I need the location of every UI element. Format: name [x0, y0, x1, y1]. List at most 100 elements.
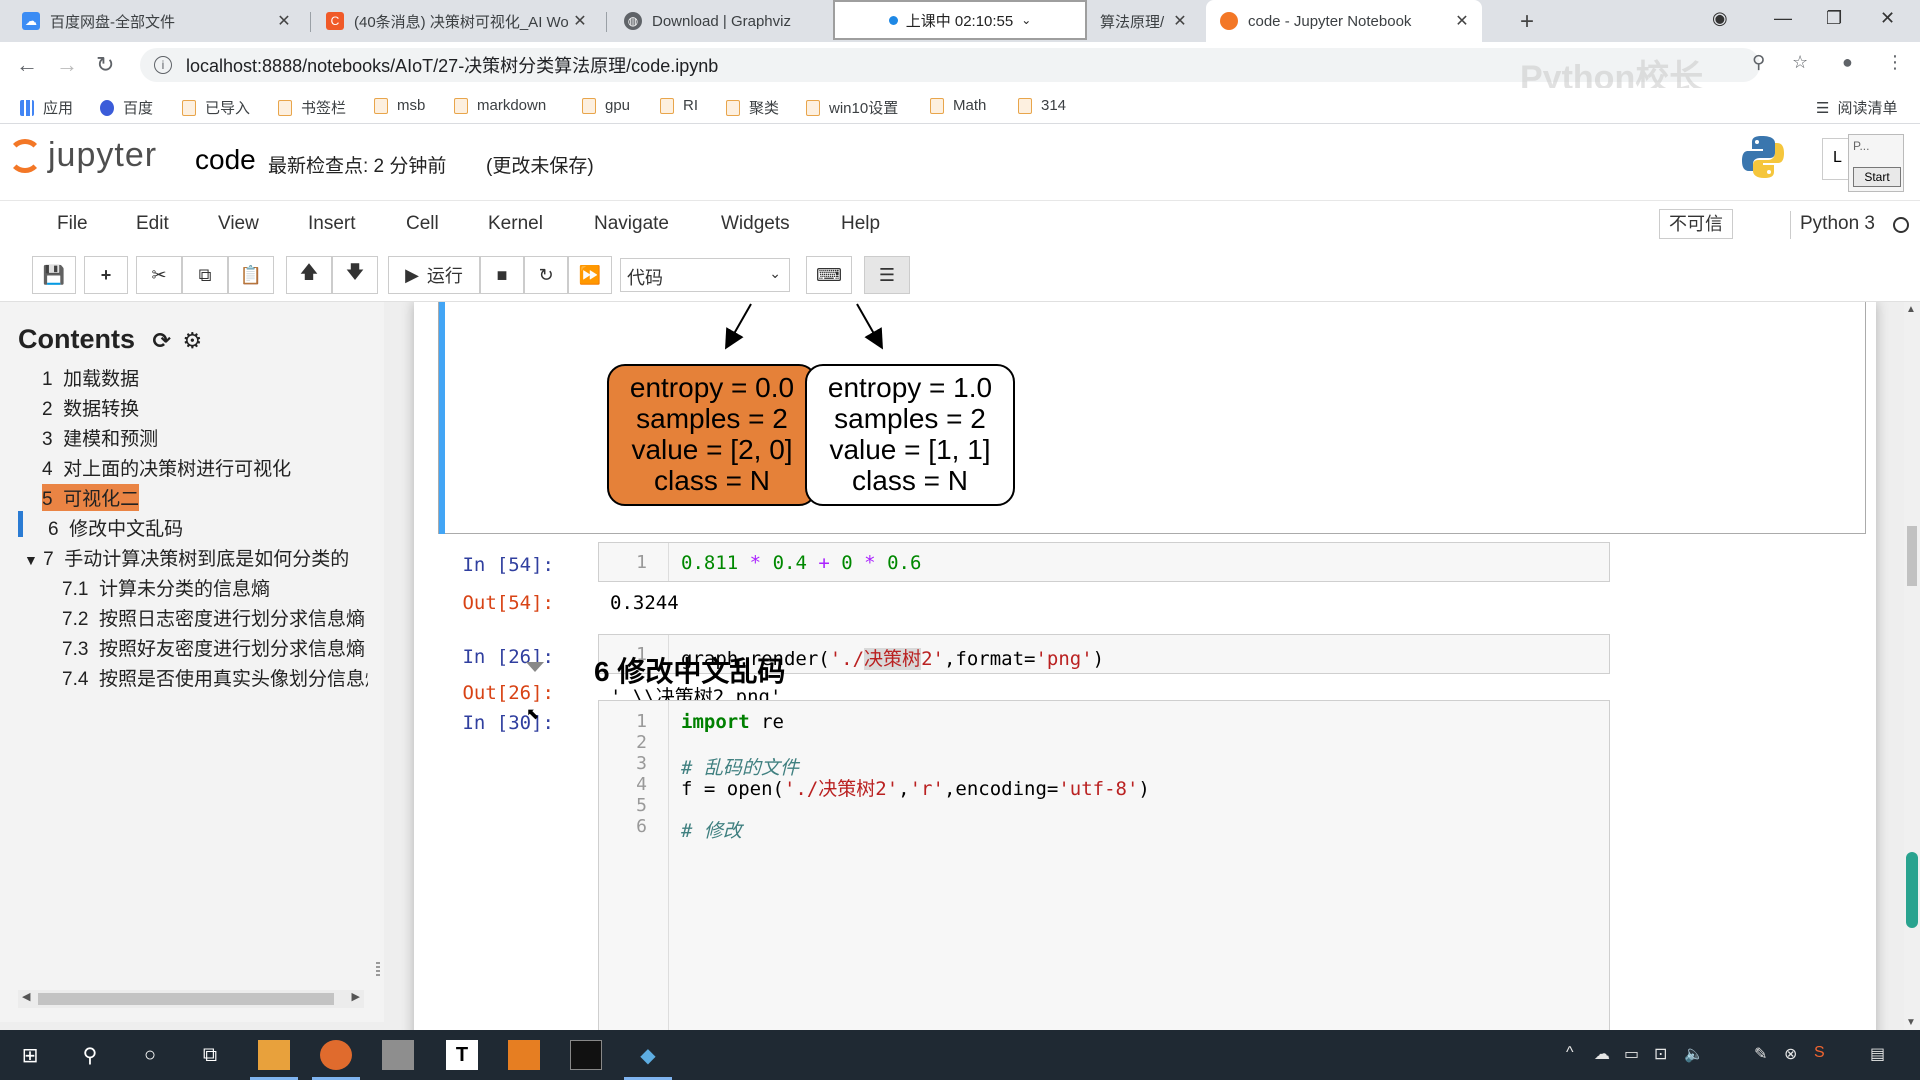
restart-button[interactable]: ↻ [524, 256, 568, 294]
menu-help[interactable]: Help [841, 213, 880, 235]
onedrive-icon[interactable]: ☁ [1594, 1044, 1610, 1064]
toc-toggle-button[interactable]: ☰ [864, 256, 910, 294]
bookmark-folder-ri[interactable]: RI [660, 97, 698, 114]
code-cell-54[interactable]: 1 0.811 * 0.4 + 0 * 0.6 [598, 542, 1610, 582]
new-tab-plus-icon[interactable]: + [1520, 8, 1534, 36]
notification-icon[interactable]: ▤ [1870, 1044, 1885, 1064]
start-button[interactable]: Start [1853, 167, 1901, 187]
side-widget-handle[interactable] [1906, 852, 1918, 928]
toc-item-4[interactable]: 4 对上面的决策树进行可视化 [42, 454, 291, 481]
menu-cell[interactable]: Cell [406, 213, 439, 235]
jupyter-logo[interactable]: jupyter [8, 136, 157, 175]
bookmark-folder-imported[interactable]: 已导入 [182, 97, 250, 118]
zoom-icon[interactable]: ⚲ [1752, 52, 1765, 73]
save-button[interactable]: 💾 [32, 256, 76, 294]
scroll-thumb[interactable] [38, 993, 334, 1005]
trust-indicator[interactable]: 不可信 [1659, 209, 1733, 239]
recorder-icon[interactable]: ◆ [624, 1040, 672, 1080]
close-icon[interactable]: ✕ [570, 11, 590, 31]
scroll-right-icon[interactable]: ▶ [352, 990, 360, 1003]
toc-item-3[interactable]: 3 建模和预测 [42, 424, 158, 451]
scroll-down-icon[interactable]: ▼ [1906, 1017, 1916, 1028]
cell-type-select[interactable]: 代码 ⌄ [620, 258, 790, 292]
browser-tab-graphviz[interactable]: ◍ Download | Graphviz [610, 0, 834, 42]
toc-item-7-1[interactable]: 7.1 计算未分类的信息熵 [62, 574, 372, 601]
task-view-icon[interactable]: ⧉ [194, 1040, 226, 1070]
close-icon[interactable]: ✕ [274, 11, 294, 31]
bookmark-folder-gpu[interactable]: gpu [582, 97, 630, 114]
minimize-icon[interactable]: — [1774, 8, 1792, 29]
maximize-icon[interactable]: ❐ [1826, 8, 1842, 29]
volume-icon[interactable]: 🔈 [1684, 1044, 1704, 1064]
bookmark-folder-bookmarks-bar[interactable]: 书签栏 [278, 97, 346, 118]
bookmark-folder-math[interactable]: Math [930, 97, 986, 114]
tab-search-icon[interactable]: ◉ [1712, 8, 1728, 29]
scroll-thumb[interactable] [1907, 526, 1917, 586]
toc-horizontal-scrollbar[interactable]: ◀ ▶ [18, 990, 364, 1008]
cut-button[interactable]: ✂ [136, 256, 182, 294]
scroll-up-icon[interactable]: ▲ [1906, 304, 1916, 315]
toc-item-1[interactable]: 1 加载数据 [42, 364, 139, 391]
recording-indicator[interactable]: 上课中 02:10:55 ⌄ [833, 0, 1087, 40]
menu-kernel[interactable]: Kernel [488, 213, 543, 235]
paste-button[interactable]: 📋 [228, 256, 274, 294]
forward-arrow-icon[interactable]: → [56, 52, 78, 78]
menu-widgets[interactable]: Widgets [721, 213, 790, 235]
cortana-icon[interactable]: ○ [134, 1040, 166, 1070]
toc-item-7-2[interactable]: 7.2 按照日志密度进行划分求信息熵 [62, 604, 368, 631]
command-palette-button[interactable]: ⌨ [806, 256, 852, 294]
typora-icon[interactable]: T [446, 1040, 478, 1070]
reading-list-button[interactable]: ☰ 阅读清单 [1816, 97, 1897, 118]
toc-item-7-4[interactable]: 7.4 按照是否使用真实头像划分信息熵 [62, 664, 368, 691]
ppt-icon[interactable] [508, 1040, 540, 1070]
move-up-button[interactable]: 🡅 [286, 256, 332, 294]
floating-panel[interactable]: P... Start [1848, 134, 1904, 192]
windows-start-icon[interactable]: ⊞ [14, 1040, 46, 1070]
toc-item-2[interactable]: 2 数据转换 [42, 394, 139, 421]
browser-tab-jupyter[interactable]: code - Jupyter Notebook ✕ [1206, 0, 1482, 42]
search-icon[interactable]: ⚲ [74, 1040, 106, 1070]
menu-view[interactable]: View [218, 213, 259, 235]
toc-resize-grip[interactable] [376, 962, 380, 976]
bookmark-folder-clustering[interactable]: 聚类 [726, 97, 779, 118]
close-icon[interactable]: ✕ [1452, 11, 1472, 31]
bookmark-folder-markdown[interactable]: markdown [454, 97, 546, 114]
interrupt-button[interactable]: ■ [480, 256, 524, 294]
notebook-name[interactable]: code [195, 144, 256, 176]
tray-s-icon[interactable]: S [1814, 1044, 1825, 1062]
file-explorer-icon[interactable] [250, 1040, 298, 1080]
menu-navigate[interactable]: Navigate [594, 213, 669, 235]
app-icon[interactable] [382, 1040, 414, 1070]
run-button[interactable]: ▶ 运行 [388, 256, 480, 294]
menu-insert[interactable]: Insert [308, 213, 356, 235]
toc-item-5[interactable]: 5 可视化二 [42, 484, 140, 511]
chrome-icon[interactable] [312, 1040, 360, 1080]
pen-icon[interactable]: ✎ [1754, 1044, 1767, 1064]
window-close-icon[interactable]: ✕ [1880, 8, 1895, 29]
collapse-heading-icon[interactable] [526, 662, 544, 672]
battery-icon[interactable]: ▭ [1624, 1044, 1639, 1064]
menu-edit[interactable]: Edit [136, 213, 169, 235]
bookmark-baidu[interactable]: 百度 [100, 97, 153, 118]
profile-icon[interactable]: ● [1842, 52, 1853, 73]
browser-tab-csdn[interactable]: C (40条消息) 决策树可视化_AI Wo ✕ [312, 0, 600, 42]
browser-tab-algorithm[interactable]: 算法原理/ ✕ [1086, 0, 1200, 42]
tray-chevron-icon[interactable]: ^ [1566, 1044, 1574, 1062]
bookmark-folder-314[interactable]: 314 [1018, 97, 1066, 114]
code-cell-30[interactable]: 1 import re 2 3 # 乱码的文件 4 f = open('./决策… [598, 700, 1610, 1030]
tree-output-cell[interactable]: entropy = 0.0 samples = 2 value = [2, 0] cl… [438, 302, 1866, 534]
address-bar[interactable]: i localhost:8888/notebooks/AIoT/27-决策树分类… [140, 48, 1760, 82]
toc-item-7[interactable]: ▼ 7 手动计算决策树到底是如何分类的 [24, 544, 374, 571]
tray-app-icon[interactable]: ⊗ [1784, 1044, 1797, 1064]
network-icon[interactable]: ⊡ [1654, 1044, 1667, 1064]
copy-button[interactable]: ⧉ [182, 256, 228, 294]
refresh-icon[interactable]: ⟳ [153, 328, 171, 353]
insert-cell-button[interactable]: + [84, 256, 128, 294]
scroll-left-icon[interactable]: ◀ [22, 990, 30, 1003]
reload-icon[interactable]: ↻ [96, 52, 114, 78]
move-down-button[interactable]: 🡇 [332, 256, 378, 294]
back-arrow-icon[interactable]: ← [16, 52, 38, 78]
gear-icon[interactable]: ⚙ [182, 328, 202, 353]
terminal-icon[interactable] [570, 1040, 602, 1070]
bookmark-star-icon[interactable]: ☆ [1792, 52, 1808, 73]
